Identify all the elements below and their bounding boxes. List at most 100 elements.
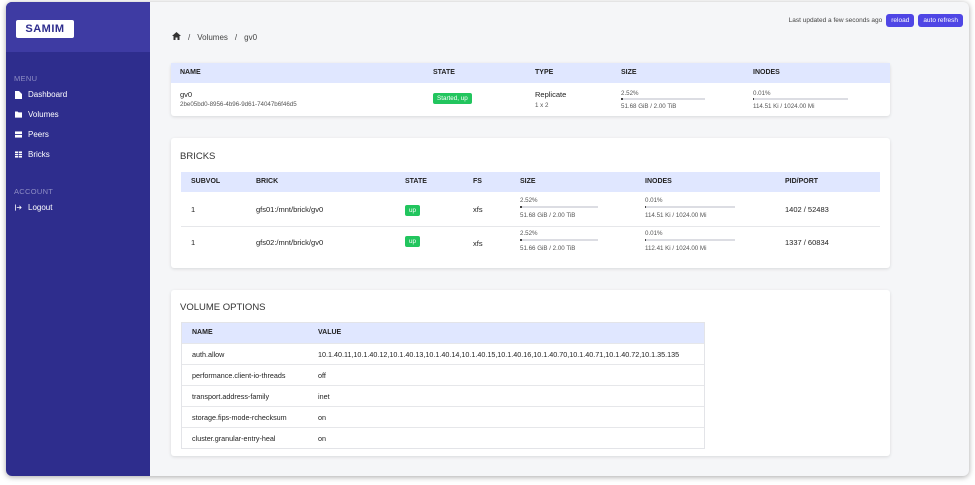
column-header-fs: FS: [473, 178, 482, 185]
volume-options-title: VOLUME OPTIONS: [180, 302, 266, 313]
column-header-state: STATE: [433, 69, 455, 76]
main-content: Last updated a few seconds ago reload au…: [150, 2, 969, 476]
sidebar: SAMIM MENU Dashboard Volumes Peers Brick…: [6, 2, 150, 476]
table-row: performance.client-io-threads off: [182, 364, 704, 385]
inodes-progress-bar: [645, 239, 735, 241]
column-header-size: SIZE: [520, 178, 536, 185]
file-icon: [15, 90, 22, 99]
column-header-inodes: INODES: [645, 178, 672, 185]
row-divider: [181, 226, 880, 227]
status-badge: up: [405, 236, 421, 247]
size-percent: 2.52%: [621, 90, 639, 97]
last-updated-text: Last updated a few seconds ago: [788, 17, 883, 24]
sidebar-item-bricks[interactable]: Bricks: [15, 150, 50, 159]
options-table-header: NAME VALUE: [182, 323, 704, 343]
breadcrumb-separator: /: [234, 32, 238, 42]
sidebar-item-peers[interactable]: Peers: [15, 130, 49, 139]
pid-port: 1402 / 52483: [785, 205, 829, 214]
size-percent: 2.52%: [520, 230, 538, 237]
logout-icon: [15, 204, 22, 211]
brick-path: gfs02:/mnt/brick/gv0: [256, 238, 324, 247]
breadcrumb-current: gv0: [244, 32, 258, 42]
column-header-subvol: SUBVOL: [191, 178, 221, 185]
column-header-inodes: INODES: [753, 69, 780, 76]
status-badge: Started, up: [433, 93, 472, 104]
bricks-title: BRICKS: [180, 151, 216, 162]
table-row: storage.fips-mode-rchecksum on: [182, 406, 704, 427]
size-progress-bar: [520, 239, 598, 241]
option-name: auth.allow: [192, 350, 225, 359]
breadcrumb-separator: /: [188, 32, 191, 42]
logout-button[interactable]: Logout: [15, 203, 52, 212]
inodes-detail: 112.41 Ki / 1024.00 Mi: [645, 245, 707, 252]
grid-icon: [15, 151, 22, 158]
pid-port: 1337 / 60834: [785, 238, 829, 247]
column-header-name: NAME: [180, 69, 201, 76]
folder-icon: [15, 111, 22, 118]
logout-label: Logout: [28, 203, 53, 212]
size-detail: 51.68 GiB / 2.00 TiB: [520, 212, 576, 219]
status-badge: up: [405, 205, 421, 216]
table-row: auth.allow 10.1.40.11,10.1.40.12,10.1.40…: [182, 343, 704, 364]
volume-name[interactable]: gv0: [180, 90, 192, 99]
inodes-progress-bar: [753, 98, 848, 100]
sidebar-item-label: Bricks: [28, 150, 50, 159]
reload-button[interactable]: reload: [886, 14, 915, 27]
sidebar-item-label: Peers: [28, 130, 49, 139]
option-value: on: [318, 434, 326, 443]
volume-id: 2be05bd0-8956-4b96-9d61-74047b6f46d5: [180, 101, 297, 108]
size-detail: 51.66 GiB / 2.00 TiB: [520, 245, 576, 252]
option-value: inet: [318, 392, 330, 401]
column-header-type: TYPE: [535, 69, 554, 76]
inodes-percent: 0.01%: [753, 90, 771, 97]
topbar: Last updated a few seconds ago reload au…: [789, 14, 963, 27]
inodes-detail: 114.51 Ki / 1024.00 Mi: [645, 212, 707, 219]
inodes-percent: 0.01%: [645, 230, 663, 237]
home-icon[interactable]: [172, 32, 181, 42]
brick-subvol: 1: [191, 238, 196, 247]
size-percent: 2.52%: [520, 197, 538, 204]
option-name: transport.address-family: [192, 392, 270, 401]
column-header-brick: BRICK: [256, 178, 279, 185]
sidebar-item-dashboard[interactable]: Dashboard: [15, 90, 67, 99]
size-detail: 51.68 GiB / 2.00 TiB: [621, 103, 677, 110]
brick-fs: xfs: [473, 205, 483, 214]
option-value: off: [318, 371, 326, 380]
auto-refresh-button[interactable]: auto refresh: [918, 14, 963, 27]
option-value: 10.1.40.11,10.1.40.12,10.1.40.13,10.1.40…: [318, 350, 680, 359]
column-header-state: STATE: [405, 178, 427, 185]
breadcrumb-volumes-link[interactable]: Volumes: [197, 33, 228, 42]
inodes-percent: 0.01%: [645, 197, 663, 204]
volume-options-card: VOLUME OPTIONS NAME VALUE auth.allow 10.…: [171, 290, 890, 456]
column-header-pid-port: PID/PORT: [785, 178, 819, 185]
bricks-table-header: SUBVOL BRICK STATE FS SIZE INODES PID/PO…: [181, 172, 880, 192]
breadcrumb: / Volumes / gv0: [172, 32, 257, 42]
sidebar-item-volumes[interactable]: Volumes: [15, 110, 59, 119]
inodes-detail: 114.51 Ki / 1024.00 Mi: [753, 103, 815, 110]
menu-section-label: MENU: [14, 74, 38, 83]
option-name: storage.fips-mode-rchecksum: [192, 413, 287, 422]
size-progress-bar: [621, 98, 705, 100]
logo[interactable]: SAMIM: [16, 20, 74, 38]
column-header-value: VALUE: [318, 329, 342, 336]
server-icon: [15, 131, 22, 138]
brick-subvol: 1: [191, 205, 196, 214]
volume-type-sub: 1 x 2: [535, 102, 549, 109]
volume-type: Replicate: [535, 90, 567, 99]
app-window: SAMIM MENU Dashboard Volumes Peers Brick…: [6, 2, 969, 476]
inodes-progress-bar: [645, 206, 735, 208]
volume-summary-card: NAME STATE TYPE SIZE INODES gv0 2be05bd0…: [171, 63, 890, 116]
brick-path: gfs01:/mnt/brick/gv0: [256, 205, 324, 214]
table-row: transport.address-family inet: [182, 385, 704, 406]
option-name: performance.client-io-threads: [192, 371, 286, 380]
table-row: cluster.granular-entry-heal on: [182, 427, 704, 448]
size-progress-bar: [520, 206, 598, 208]
options-table: NAME VALUE auth.allow 10.1.40.11,10.1.40…: [181, 322, 705, 449]
brick-fs: xfs: [473, 239, 483, 248]
column-header-name: NAME: [192, 329, 213, 336]
volume-table-header: NAME STATE TYPE SIZE INODES: [171, 63, 890, 83]
bricks-card: BRICKS SUBVOL BRICK STATE FS SIZE INODES…: [171, 138, 890, 268]
column-header-size: SIZE: [621, 69, 637, 76]
option-name: cluster.granular-entry-heal: [192, 434, 276, 443]
sidebar-item-label: Volumes: [28, 110, 59, 119]
